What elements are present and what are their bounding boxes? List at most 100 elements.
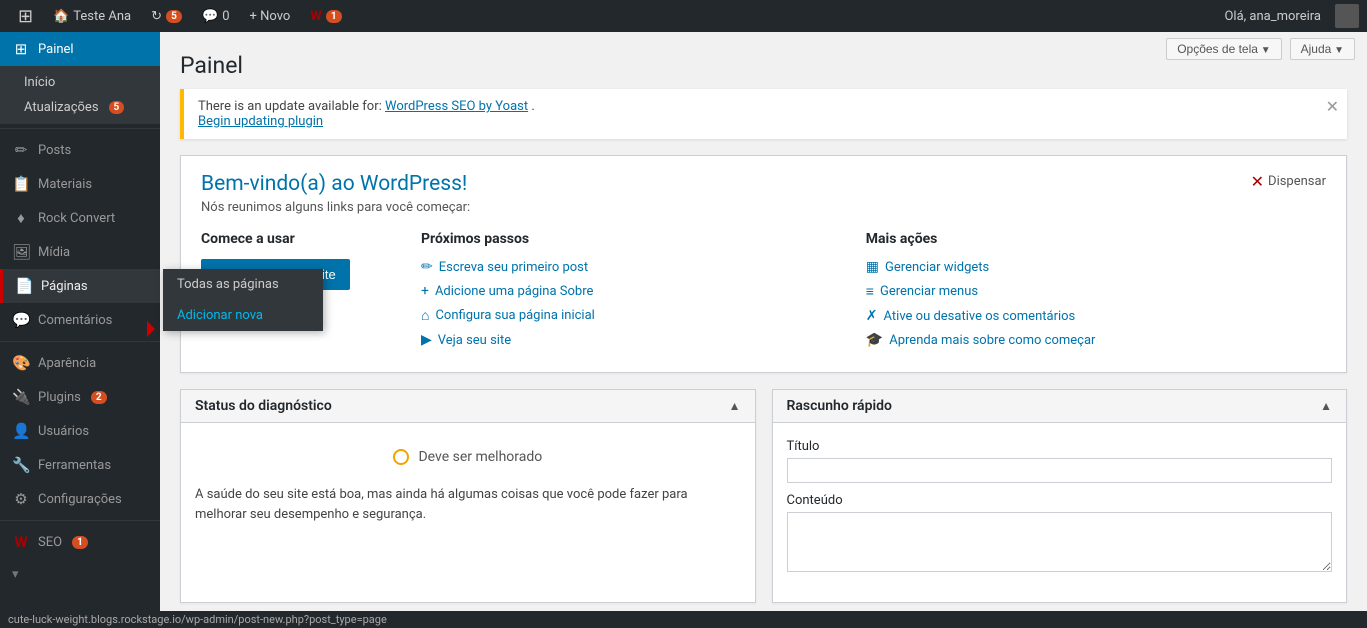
- updates-icon: ↻: [151, 9, 162, 24]
- submenu-todas-paginas[interactable]: Todas as páginas: [163, 269, 323, 300]
- more-actions-heading: Mais ações: [866, 231, 1326, 247]
- begin-update-link[interactable]: Begin updating plugin: [198, 114, 323, 129]
- first-post-link[interactable]: Escreva seu primeiro post: [439, 260, 588, 275]
- adminbar-site-name[interactable]: 🏠 Teste Ana: [43, 0, 141, 32]
- configuracoes-icon: ⚙: [12, 490, 30, 508]
- get-started-heading: Comece a usar: [201, 231, 401, 247]
- sidebar-item-posts[interactable]: ✏ Posts: [0, 133, 160, 167]
- sidebar-item-atualizacoes[interactable]: Atualizações 5: [0, 95, 160, 120]
- status-circle: [393, 449, 409, 465]
- aparencia-icon: 🎨: [12, 354, 30, 372]
- status-description: A saúde do seu site está boa, mas ainda …: [195, 485, 741, 524]
- conteudo-textarea[interactable]: [787, 512, 1333, 572]
- comments-toggle-icon: ✗: [866, 308, 878, 324]
- list-item: ✗ Ative ou desative os comentários: [866, 308, 1326, 324]
- sidebar-item-materiais[interactable]: 📋 Materiais: [0, 167, 160, 201]
- sidebar-item-aparencia[interactable]: 🎨 Aparência: [0, 346, 160, 380]
- painel-icon: ⊞: [12, 40, 30, 58]
- sidebar-item-ferramentas[interactable]: 🔧 Ferramentas: [0, 448, 160, 482]
- usuarios-icon: 👤: [12, 422, 30, 440]
- plus-icon: +: [421, 283, 429, 299]
- sidebar-item-painel[interactable]: ⊞ Painel: [0, 32, 160, 66]
- pages-submenu: Todas as páginas Adicionar nova: [163, 269, 323, 331]
- adminbar-greeting: Olá, ana_moreira: [1214, 9, 1331, 24]
- sidebar-item-more[interactable]: ▾: [0, 559, 160, 590]
- learn-icon: 🎓: [866, 332, 883, 348]
- welcome-title: Bem-vindo(a) ao WordPress!: [201, 172, 470, 196]
- wp-icon: ⊞: [18, 6, 33, 27]
- view-site-icon: ▶: [421, 332, 432, 348]
- main-content: Painel There is an update available for:…: [160, 32, 1367, 628]
- widgets-link[interactable]: Gerenciar widgets: [885, 260, 989, 275]
- home-page-link[interactable]: Configura sua página inicial: [435, 308, 594, 323]
- home-icon: 🏠: [53, 9, 69, 24]
- next-steps-heading: Próximos passos: [421, 231, 846, 247]
- next-steps-list: ✏ Escreva seu primeiro post + Adicione u…: [421, 259, 846, 348]
- list-item: ⌂ Configura sua página inicial: [421, 307, 846, 324]
- list-item: + Adicione uma página Sobre: [421, 283, 846, 299]
- screen-options-button[interactable]: Opções de tela: [1166, 38, 1281, 60]
- rascunho-collapse[interactable]: ▲: [1320, 399, 1332, 413]
- adminbar-new[interactable]: + Novo: [240, 0, 301, 32]
- learn-link[interactable]: Aprenda mais sobre como começar: [889, 333, 1095, 348]
- paginas-icon: 📄: [15, 277, 33, 295]
- diagnostico-collapse[interactable]: ▲: [729, 399, 741, 413]
- update-notice: There is an update available for: WordPr…: [180, 89, 1347, 139]
- menus-link[interactable]: Gerenciar menus: [880, 284, 978, 299]
- list-item: ▦ Gerenciar widgets: [866, 259, 1326, 275]
- dismiss-button[interactable]: ✕ Dispensar: [1251, 172, 1326, 191]
- rascunho-panel: Rascunho rápido ▲ Título Conteúdo: [772, 389, 1348, 603]
- sidebar-item-seo[interactable]: W SEO 1: [0, 525, 160, 559]
- sidebar-item-usuarios[interactable]: 👤 Usuários: [0, 414, 160, 448]
- edit-icon: ✏: [421, 259, 433, 275]
- adminbar-yoast[interactable]: W 1: [300, 0, 351, 32]
- yoast-icon: W: [310, 9, 321, 24]
- statusbar: cute-luck-weight.blogs.rockstage.io/wp-a…: [0, 611, 1367, 628]
- sidebar-item-comentarios[interactable]: 💬 Comentários: [0, 303, 160, 337]
- titulo-label: Título: [787, 439, 1333, 454]
- sidebar-item-rock-convert[interactable]: ♦ Rock Convert: [0, 201, 160, 235]
- view-site-link[interactable]: Veja seu site: [438, 333, 511, 348]
- notice-close-button[interactable]: ✕: [1326, 97, 1339, 116]
- ferramentas-icon: 🔧: [12, 456, 30, 474]
- admin-bar: ⊞ 🏠 Teste Ana ↻ 5 💬 0 + Novo W 1 Olá, an…: [0, 0, 1367, 32]
- posts-icon: ✏: [12, 141, 30, 159]
- list-item: ▶ Veja seu site: [421, 332, 846, 348]
- adminbar-wp-logo[interactable]: ⊞: [8, 0, 43, 32]
- rascunho-header: Rascunho rápido ▲: [773, 390, 1347, 423]
- about-page-link[interactable]: Adicione uma página Sobre: [435, 284, 593, 299]
- menus-icon: ≡: [866, 283, 874, 300]
- comments-icon: 💬: [202, 9, 218, 24]
- sidebar-item-midia[interactable]: 🖼 Mídia: [0, 235, 160, 269]
- list-item: ✏ Escreva seu primeiro post: [421, 259, 846, 275]
- sidebar-item-plugins[interactable]: 🔌 Plugins 2: [0, 380, 160, 414]
- dismiss-icon: ✕: [1251, 172, 1264, 191]
- welcome-subtitle: Nós reunimos alguns links para você come…: [201, 200, 470, 215]
- midia-icon: 🖼: [12, 243, 30, 261]
- help-button[interactable]: Ajuda: [1290, 38, 1355, 60]
- submenu-adicionar-nova[interactable]: Adicionar nova: [163, 300, 323, 331]
- rock-convert-icon: ♦: [12, 209, 30, 227]
- sidebar-item-configuracoes[interactable]: ⚙ Configurações: [0, 482, 160, 516]
- diagnostico-body: Deve ser melhorado A saúde do seu site e…: [181, 423, 755, 540]
- adminbar-updates[interactable]: ↻ 5: [141, 0, 192, 32]
- seo-icon: W: [12, 533, 30, 551]
- comments-toggle-link[interactable]: Ative ou desative os comentários: [884, 309, 1076, 324]
- statusbar-url: cute-luck-weight.blogs.rockstage.io/wp-a…: [8, 613, 387, 626]
- sidebar-item-inicio[interactable]: Início: [0, 70, 160, 95]
- adminbar-comments[interactable]: 💬 0: [192, 0, 240, 32]
- home-page-icon: ⌂: [421, 307, 429, 324]
- rascunho-body: Título Conteúdo: [773, 423, 1347, 602]
- sidebar: ⊞ Painel Início Atualizações 5 ✏ Posts 📋…: [0, 32, 160, 628]
- adminbar-avatar[interactable]: [1335, 4, 1359, 28]
- list-item: ≡ Gerenciar menus: [866, 283, 1326, 300]
- comentarios-icon: 💬: [12, 311, 30, 329]
- sidebar-item-paginas[interactable]: 📄 Páginas Todas as páginas Adicionar nov…: [0, 269, 160, 303]
- more-actions-list: ▦ Gerenciar widgets ≡ Gerenciar menus ✗ …: [866, 259, 1326, 348]
- status-label: Deve ser melhorado: [418, 449, 542, 465]
- conteudo-label: Conteúdo: [787, 493, 1333, 508]
- list-item: 🎓 Aprenda mais sobre como começar: [866, 332, 1326, 348]
- diagnostico-header: Status do diagnóstico ▲: [181, 390, 755, 423]
- titulo-input[interactable]: [787, 458, 1333, 483]
- plugin-link[interactable]: WordPress SEO by Yoast: [385, 99, 528, 114]
